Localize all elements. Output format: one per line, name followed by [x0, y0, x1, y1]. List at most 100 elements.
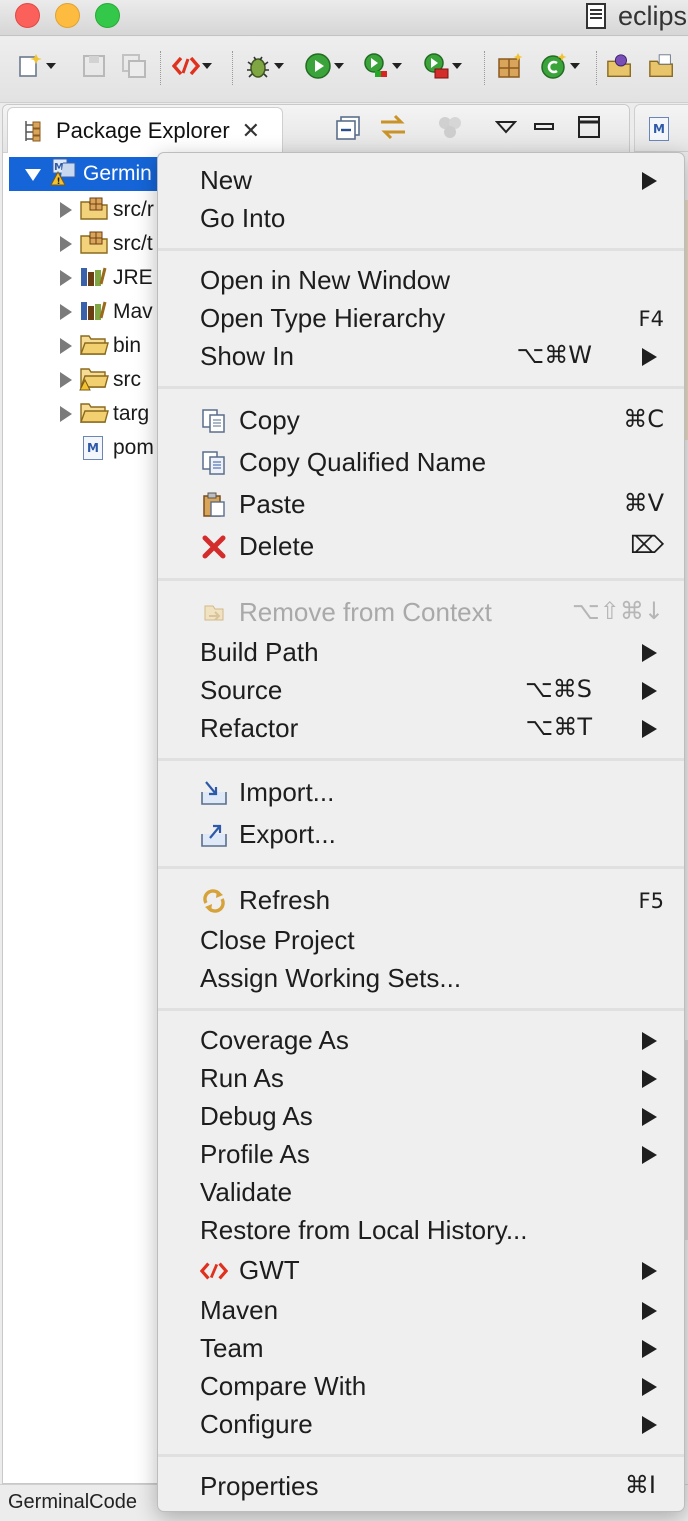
- menu-item-import[interactable]: Import...: [158, 773, 684, 811]
- gwt-button[interactable]: [172, 51, 212, 81]
- menu-item-copy-qualified-name[interactable]: Copy Qualified Name: [158, 443, 684, 481]
- menu-item-gwt[interactable]: GWT: [158, 1251, 684, 1289]
- menu-item-show-in[interactable]: Show In ⌥⌘W: [158, 337, 684, 375]
- toolbar-separator: [484, 51, 485, 85]
- menu-item-properties[interactable]: Properties ⌘I: [158, 1467, 684, 1505]
- package-explorer-icon: [22, 120, 42, 142]
- tree-item[interactable]: src/r: [57, 193, 154, 227]
- expand-arrow-icon[interactable]: [25, 166, 41, 182]
- submenu-arrow-icon: [642, 348, 657, 366]
- tree-item-label: src: [113, 368, 141, 391]
- editor-tab[interactable]: M: [634, 104, 688, 152]
- minimize-view-button[interactable]: [533, 113, 557, 145]
- menu-item-label: Close Project: [200, 925, 355, 955]
- library-icon: [79, 264, 109, 293]
- expand-arrow-icon[interactable]: [57, 406, 73, 422]
- tree-item-label: src/r: [113, 198, 154, 221]
- source-folder-icon: [79, 196, 109, 225]
- submenu-arrow-icon: [642, 1070, 657, 1088]
- new-java-package-button[interactable]: [496, 51, 524, 81]
- menu-item-build-path[interactable]: Build Path: [158, 633, 684, 671]
- menu-item-label: Copy Qualified Name: [239, 447, 487, 477]
- menu-item-label: Restore from Local History...: [200, 1215, 528, 1245]
- expand-arrow-icon[interactable]: [57, 304, 73, 320]
- chevron-down-icon[interactable]: [274, 61, 284, 71]
- new-wizard-icon: [16, 52, 44, 80]
- menu-item-new[interactable]: New: [158, 161, 684, 199]
- menu-item-validate[interactable]: Validate: [158, 1173, 684, 1211]
- menu-item-go-into[interactable]: Go Into: [158, 199, 684, 237]
- menu-item-compare-with[interactable]: Compare With: [158, 1367, 684, 1405]
- external-tools-button[interactable]: [422, 51, 462, 81]
- maximize-view-button[interactable]: [577, 113, 601, 145]
- collapse-all-button[interactable]: [335, 113, 363, 145]
- coverage-button[interactable]: [362, 51, 402, 81]
- menu-item-debug-as[interactable]: Debug As: [158, 1097, 684, 1135]
- tree-item[interactable]: src/t: [57, 227, 153, 261]
- expand-arrow-icon[interactable]: [57, 202, 73, 218]
- menu-item-label: Team: [200, 1333, 264, 1363]
- menu-item-shortcut: ⌘C: [623, 405, 664, 433]
- menu-item-restore-from-local-history[interactable]: Restore from Local History...: [158, 1211, 684, 1249]
- run-button[interactable]: [304, 51, 344, 81]
- zoom-window-button[interactable]: [95, 3, 120, 28]
- expand-arrow-icon[interactable]: [57, 372, 73, 388]
- expand-arrow-icon[interactable]: [57, 270, 73, 286]
- tree-item[interactable]: M pom: [83, 431, 154, 465]
- menu-item-source[interactable]: Source ⌥⌘S: [158, 671, 684, 709]
- menu-item-team[interactable]: Team: [158, 1329, 684, 1367]
- menu-item-paste[interactable]: Paste ⌘V: [158, 485, 684, 523]
- window-title-bar: eclips: [0, 0, 688, 36]
- chevron-down-icon[interactable]: [202, 61, 212, 71]
- tree-item[interactable]: bin: [57, 329, 141, 363]
- open-type-button[interactable]: [606, 51, 634, 81]
- menu-item-run-as[interactable]: Run As: [158, 1059, 684, 1097]
- menu-item-configure[interactable]: Configure: [158, 1405, 684, 1443]
- minimize-window-button[interactable]: [55, 3, 80, 28]
- save-button[interactable]: [80, 51, 108, 81]
- menu-item-profile-as[interactable]: Profile As: [158, 1135, 684, 1173]
- expand-arrow-icon[interactable]: [57, 338, 73, 354]
- chevron-down-icon[interactable]: [570, 61, 580, 71]
- new-java-class-button[interactable]: [540, 51, 580, 81]
- menu-item-remove-from-context[interactable]: Remove from Context ⌥⇧⌘↓: [158, 593, 684, 631]
- expand-arrow-icon[interactable]: [57, 236, 73, 252]
- chevron-down-icon[interactable]: [334, 61, 344, 71]
- menu-item-refresh[interactable]: Refresh F5: [158, 881, 684, 919]
- menu-item-label: Profile As: [200, 1139, 310, 1169]
- refresh-icon: [200, 888, 228, 914]
- chevron-down-icon[interactable]: [392, 61, 402, 71]
- menu-item-open-in-new-window[interactable]: Open in New Window: [158, 261, 684, 299]
- menu-item-label: Paste: [239, 489, 306, 519]
- menu-item-refactor[interactable]: Refactor ⌥⌘T: [158, 709, 684, 747]
- menu-item-delete[interactable]: Delete ⌦: [158, 527, 684, 565]
- close-view-icon[interactable]: ✕: [242, 118, 260, 144]
- open-task-button[interactable]: [648, 51, 676, 81]
- link-with-editor-button[interactable]: [377, 113, 409, 145]
- focus-on-active-task-button[interactable]: [435, 113, 465, 145]
- view-header: Package Explorer ✕: [3, 105, 629, 153]
- tree-item[interactable]: targ: [57, 397, 149, 431]
- tree-item[interactable]: JRE: [57, 261, 153, 295]
- view-menu-button[interactable]: [494, 113, 518, 145]
- tree-item[interactable]: Mav: [57, 295, 153, 329]
- menu-item-assign-working-sets[interactable]: Assign Working Sets...: [158, 959, 684, 997]
- menu-item-open-type-hierarchy[interactable]: Open Type Hierarchy F4: [158, 299, 684, 337]
- menu-item-export[interactable]: Export...: [158, 815, 684, 853]
- tab-package-explorer[interactable]: Package Explorer ✕: [7, 107, 283, 153]
- gwt-icon: [172, 52, 200, 80]
- tree-item[interactable]: src: [57, 363, 141, 397]
- tree-item-project[interactable]: M! Germin: [9, 157, 179, 191]
- menu-item-copy[interactable]: Copy ⌘C: [158, 401, 684, 439]
- close-window-button[interactable]: [15, 3, 40, 28]
- menu-item-close-project[interactable]: Close Project: [158, 921, 684, 959]
- menu-item-coverage-as[interactable]: Coverage As: [158, 1021, 684, 1059]
- chevron-down-icon[interactable]: [452, 61, 462, 71]
- new-java-class-icon: [540, 52, 568, 80]
- chevron-down-icon[interactable]: [46, 61, 56, 71]
- save-all-button[interactable]: [120, 51, 148, 81]
- new-wizard-button[interactable]: [16, 51, 56, 81]
- menu-item-label: Copy: [239, 405, 300, 435]
- debug-button[interactable]: [244, 51, 284, 81]
- menu-item-maven[interactable]: Maven: [158, 1291, 684, 1329]
